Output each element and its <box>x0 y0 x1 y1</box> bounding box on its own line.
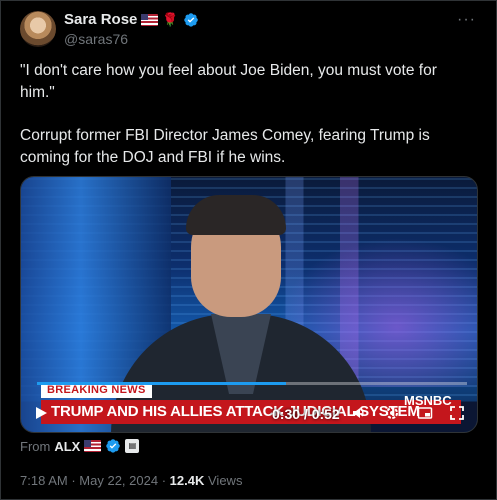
play-icon[interactable] <box>34 406 48 420</box>
meta-separator: · <box>71 473 76 488</box>
us-flag-icon <box>84 440 102 452</box>
video-source: From ALX ▤ <box>20 438 140 454</box>
video-progress-bar[interactable] <box>37 382 467 385</box>
video-time: 0:30 / 0:52 <box>272 406 340 422</box>
tweet-paragraph: Corrupt former FBI Director James Comey,… <box>20 127 430 166</box>
display-name[interactable]: Sara Rose <box>64 11 137 28</box>
post-date[interactable]: May 22, 2024 <box>79 473 158 488</box>
author-name-row: Sara Rose 🌹 <box>64 11 199 28</box>
source-prefix: From <box>20 438 51 454</box>
handle[interactable]: @saras76 <box>64 31 128 47</box>
tweet-card[interactable]: Sara Rose 🌹 @saras76 ··· "I don't care h… <box>0 0 497 500</box>
tweet-text: "I don't care how you feel about Joe Bid… <box>20 60 470 190</box>
us-flag-icon <box>141 13 159 26</box>
video-player[interactable]: BREAKING NEWS TRUMP AND HIS ALLIES ATTAC… <box>20 176 478 433</box>
affiliate-badge-icon: ▤ <box>125 439 140 453</box>
settings-icon[interactable] <box>384 405 400 421</box>
meta-separator: · <box>161 473 167 488</box>
post-time[interactable]: 7:18 AM <box>20 473 68 488</box>
rose-icon: 🌹 <box>162 12 179 27</box>
source-name[interactable]: ALX <box>54 439 80 454</box>
verified-icon <box>183 12 198 27</box>
volume-icon[interactable] <box>351 405 367 421</box>
tweet-meta: 7:18 AM · May 22, 2024 · 12.4K Views <box>20 473 242 488</box>
verified-icon <box>106 439 121 453</box>
fullscreen-icon[interactable] <box>449 405 465 421</box>
views-count: 12.4K <box>169 473 205 488</box>
video-progress-fill <box>37 382 287 385</box>
tweet-paragraph: "I don't care how you feel about Joe Bid… <box>20 62 437 101</box>
avatar[interactable] <box>20 11 56 47</box>
picture-in-picture-icon[interactable] <box>417 405 433 421</box>
views-label: Views <box>208 473 243 488</box>
more-icon[interactable]: ··· <box>457 11 476 29</box>
